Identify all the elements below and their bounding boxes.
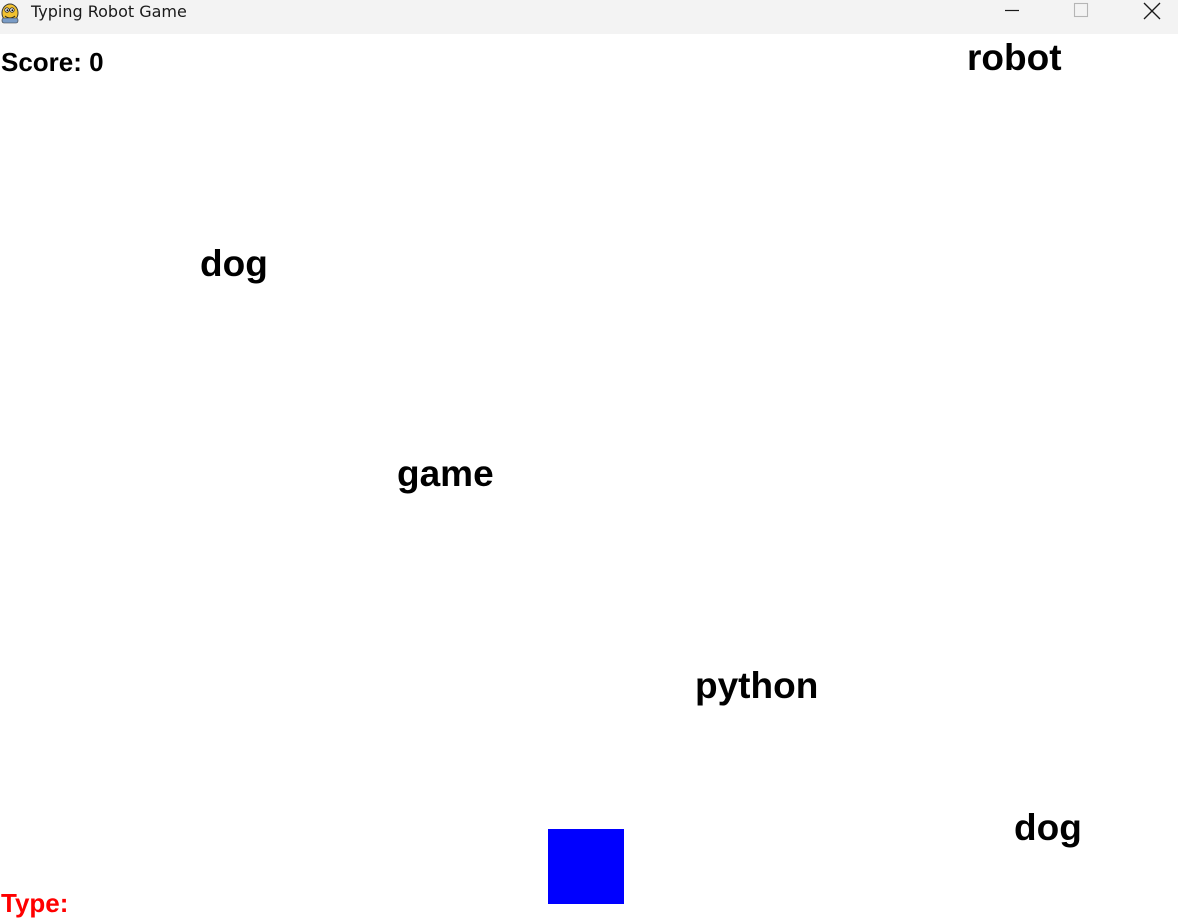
score-display: Score: 0 (1, 47, 104, 77)
maximize-button[interactable] (1057, 0, 1103, 24)
falling-word: dog (1014, 807, 1082, 848)
window-title: Typing Robot Game (31, 2, 187, 21)
minimize-button[interactable] (988, 0, 1034, 24)
falling-word: python (695, 665, 819, 706)
typing-prompt[interactable]: Type: (1, 887, 68, 919)
close-button[interactable] (1129, 0, 1175, 24)
falling-word: dog (200, 243, 268, 284)
falling-word: game (397, 453, 494, 494)
type-label: Type: (1, 888, 69, 918)
game-canvas[interactable]: Score: 0 robot dog game python dog Type: (0, 34, 1178, 922)
title-bar[interactable]: Typing Robot Game (0, 0, 1178, 34)
falling-word: robot (967, 37, 1062, 78)
game-window: Typing Robot Game Score: 0 robot dog gam… (0, 0, 1178, 922)
pygame-snake-icon (0, 1, 24, 25)
player-robot-square (548, 829, 624, 904)
